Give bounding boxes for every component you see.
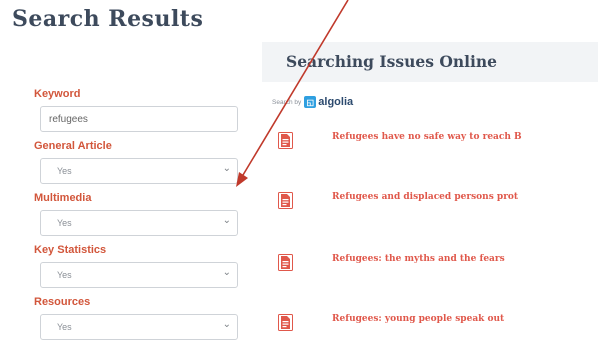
document-icon <box>278 254 293 271</box>
multimedia-label: Multimedia <box>34 192 92 204</box>
chevron-down-icon: ⌄ <box>222 267 231 278</box>
resources-select[interactable]: Yes ⌄ <box>40 314 238 340</box>
chevron-down-icon: ⌄ <box>222 319 231 330</box>
result-item[interactable]: Refugees have no safe way to reach B <box>278 130 598 154</box>
result-item[interactable]: Refugees and displaced persons prot <box>278 190 598 214</box>
general-article-value: Yes <box>57 166 72 176</box>
result-title[interactable]: Refugees and displaced persons prot <box>332 192 518 202</box>
keyword-input[interactable] <box>40 106 238 132</box>
general-article-select[interactable]: Yes ⌄ <box>40 158 238 184</box>
document-icon <box>278 192 293 209</box>
result-item[interactable]: Refugees: young people speak out <box>278 312 598 336</box>
general-article-label: General Article <box>34 140 112 152</box>
key-statistics-value: Yes <box>57 270 72 280</box>
resources-label: Resources <box>34 296 91 308</box>
result-item[interactable]: Refugees: the myths and the fears <box>278 252 598 276</box>
key-statistics-select[interactable]: Yes ⌄ <box>40 262 238 288</box>
key-statistics-label: Key Statistics <box>34 244 107 256</box>
keyword-label: Keyword <box>34 88 81 100</box>
result-title[interactable]: Refugees: the myths and the fears <box>332 254 505 264</box>
result-title[interactable]: Refugees: young people speak out <box>332 314 504 324</box>
document-icon <box>278 314 293 331</box>
chevron-down-icon: ⌄ <box>222 215 231 226</box>
multimedia-select[interactable]: Yes ⌄ <box>40 210 238 236</box>
document-icon <box>278 132 293 149</box>
multimedia-value: Yes <box>57 218 72 228</box>
result-list: Refugees have no safe way to reach B Ref… <box>278 0 598 364</box>
page-title: Search Results <box>12 6 204 32</box>
result-title[interactable]: Refugees have no safe way to reach B <box>332 132 522 142</box>
resources-value: Yes <box>57 322 72 332</box>
filter-panel: Keyword General Article Yes ⌄ Multimedia… <box>34 88 238 348</box>
chevron-down-icon: ⌄ <box>222 163 231 174</box>
